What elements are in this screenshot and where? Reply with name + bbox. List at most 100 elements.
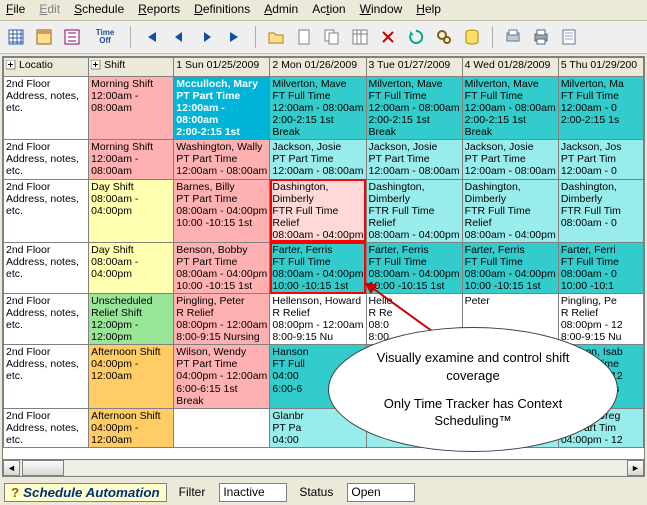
col-header-day-3[interactable]: 3 Tue 01/27/2009 (366, 58, 462, 77)
nav-prev-icon[interactable] (167, 25, 191, 49)
menu-definitions[interactable]: Definitions (194, 2, 250, 16)
filter-input[interactable] (219, 483, 287, 502)
expand-icon[interactable] (91, 60, 101, 70)
delete-icon[interactable] (376, 25, 400, 49)
print-icon[interactable] (529, 25, 553, 49)
assignment-cell[interactable]: Jackson, JosiePT Part Time12:00am - 08:0… (366, 140, 462, 179)
col-header-location[interactable]: Locatio (4, 58, 89, 77)
menu-edit[interactable]: Edit (39, 2, 60, 16)
print-preview-icon[interactable] (501, 25, 525, 49)
menu-file[interactable]: File (6, 2, 25, 16)
time-off-icon[interactable]: Time Off (88, 25, 122, 49)
assignment-cell[interactable]: Farter, FerrisFT Full Time08:00am - 04:0… (270, 242, 366, 293)
schedule-row: 2nd FloorAddress, notes,etc.Day Shift08:… (4, 242, 644, 293)
gears-icon[interactable] (432, 25, 456, 49)
location-cell[interactable]: 2nd FloorAddress, notes,etc. (4, 77, 89, 140)
location-cell[interactable]: 2nd FloorAddress, notes,etc. (4, 140, 89, 179)
col-header-day-2[interactable]: 2 Mon 01/26/2009 (270, 58, 366, 77)
refresh-icon[interactable] (404, 25, 428, 49)
callout-line2: Only Time Tracker has Context Scheduling… (357, 395, 589, 430)
nav-last-icon[interactable] (223, 25, 247, 49)
assignment-cell[interactable]: Jackson, JosPT Part Tim12:00am - 0 (558, 140, 643, 179)
location-cell[interactable]: 2nd FloorAddress, notes,etc. (4, 179, 89, 242)
form-icon[interactable] (557, 25, 581, 49)
assignment-cell[interactable]: Jackson, JosiePT Part Time12:00am - 08:0… (270, 140, 366, 179)
shift-cell[interactable]: Afternoon Shift04:00pm -12:00am (89, 345, 174, 408)
calendar-day-icon[interactable] (32, 25, 56, 49)
scroll-left-icon[interactable]: ◄ (3, 460, 20, 476)
toolbar: Time Off (0, 21, 647, 54)
toolbar-separator (130, 26, 131, 48)
assignment-cell[interactable]: Dashington,DimberlyFTR Full Tim08:00am -… (558, 179, 643, 242)
shift-cell[interactable]: Afternoon Shift04:00pm -12:00am (89, 408, 174, 447)
col-header-shift[interactable]: Shift (89, 58, 174, 77)
assignment-cell[interactable]: Dashington, DimberlyFTR Full Time Relief… (270, 179, 366, 242)
status-label: Status (299, 485, 333, 499)
assignment-cell[interactable]: Wilson, WendyPT Part Time04:00pm - 12:00… (174, 345, 270, 408)
assignment-cell[interactable]: Pingling, PeterR Relief08:00pm - 12:00am… (174, 294, 270, 345)
scroll-track[interactable] (20, 461, 627, 475)
menu-admin[interactable]: Admin (264, 2, 298, 16)
assignment-cell[interactable]: Barnes, BillyPT Part Time08:00am - 04:00… (174, 179, 270, 242)
menubar: File Edit Schedule Reports Definitions A… (0, 0, 647, 21)
schedule-automation-button[interactable]: ? Schedule Automation (4, 483, 167, 502)
callout-line1: Visually examine and control shift cover… (357, 349, 589, 384)
shift-cell[interactable]: Day Shift08:00am -04:00pm (89, 179, 174, 242)
calendar-month-icon[interactable] (60, 25, 84, 49)
menu-window[interactable]: Window (360, 2, 403, 16)
schedule-row: 2nd FloorAddress, notes,etc.Morning Shif… (4, 140, 644, 179)
calendar2-icon[interactable] (348, 25, 372, 49)
footer-bar: ? Schedule Automation Filter Status (0, 477, 647, 505)
toolbar-separator (255, 26, 256, 48)
schedule-row: 2nd FloorAddress, notes,etc.Morning Shif… (4, 77, 644, 140)
schedule-grid-container: Locatio Shift 1 Sun 01/25/2009 2 Mon 01/… (2, 56, 645, 460)
assignment-cell[interactable]: Benson, BobbyPT Part Time08:00am - 04:00… (174, 242, 270, 293)
assignment-cell[interactable]: Mcculloch, MaryPT Part Time12:00am - 08:… (174, 77, 270, 140)
col-header-day-4[interactable]: 4 Wed 01/28/2009 (462, 58, 558, 77)
assignment-cell[interactable]: Washington, WallyPT Part Time12:00am - 0… (174, 140, 270, 179)
assignment-cell[interactable]: Farter, FerriFT Full Time08:00am - 010:0… (558, 242, 643, 293)
col-header-day-5[interactable]: 5 Thu 01/29/200 (558, 58, 643, 77)
scroll-right-icon[interactable]: ► (627, 460, 644, 476)
menu-help[interactable]: Help (416, 2, 441, 16)
location-cell[interactable]: 2nd FloorAddress, notes,etc. (4, 242, 89, 293)
toolbar-separator (492, 26, 493, 48)
callout-bubble: Visually examine and control shift cover… (328, 327, 618, 452)
calendar-grid-icon[interactable] (4, 25, 28, 49)
new-doc-icon[interactable] (292, 25, 316, 49)
menu-reports[interactable]: Reports (138, 2, 180, 16)
location-cell[interactable]: 2nd FloorAddress, notes,etc. (4, 294, 89, 345)
expand-icon[interactable] (6, 60, 16, 70)
assignment-cell[interactable]: Dashington, DimberlyFTR Full Time Relief… (366, 179, 462, 242)
assignment-cell[interactable]: Milverton, MaFT Full Time12:00am - 02:00… (558, 77, 643, 140)
filter-label: Filter (179, 485, 206, 499)
db-icon[interactable] (460, 25, 484, 49)
menu-schedule[interactable]: Schedule (74, 2, 124, 16)
scroll-thumb[interactable] (22, 460, 64, 476)
location-cell[interactable]: 2nd FloorAddress, notes,etc. (4, 345, 89, 408)
copy-icon[interactable] (320, 25, 344, 49)
horizontal-scrollbar[interactable]: ◄ ► (2, 460, 645, 477)
assignment-cell[interactable]: Jackson, JosiePT Part Time12:00am - 08:0… (462, 140, 558, 179)
nav-first-icon[interactable] (139, 25, 163, 49)
assignment-cell[interactable]: Farter, FerrisFT Full Time08:00am - 04:0… (462, 242, 558, 293)
assignment-cell[interactable]: Pingling, PeR Relief08:00pm - 128:00-9:1… (558, 294, 643, 345)
assignment-cell[interactable] (174, 408, 270, 447)
shift-cell[interactable]: Morning Shift12:00am -08:00am (89, 140, 174, 179)
assignment-cell[interactable]: Milverton, MaveFT Full Time12:00am - 08:… (462, 77, 558, 140)
status-input[interactable] (347, 483, 415, 502)
assignment-cell[interactable]: Milverton, MaveFT Full Time12:00am - 08:… (366, 77, 462, 140)
shift-cell[interactable]: Morning Shift12:00am -08:00am (89, 77, 174, 140)
folder-open-icon[interactable] (264, 25, 288, 49)
assignment-cell[interactable]: Dashington, DimberlyFTR Full Time Relief… (462, 179, 558, 242)
shift-cell[interactable]: Unscheduled Relief Shift12:00pm -12:00pm (89, 294, 174, 345)
menu-action[interactable]: Action (312, 2, 345, 16)
schedule-row: 2nd FloorAddress, notes,etc.Day Shift08:… (4, 179, 644, 242)
location-cell[interactable]: 2nd FloorAddress, notes,etc. (4, 408, 89, 447)
shift-cell[interactable]: Day Shift08:00am -04:00pm (89, 242, 174, 293)
col-header-day-1[interactable]: 1 Sun 01/25/2009 (174, 58, 270, 77)
nav-next-icon[interactable] (195, 25, 219, 49)
schedule-header-row: Locatio Shift 1 Sun 01/25/2009 2 Mon 01/… (4, 58, 644, 77)
assignment-cell[interactable]: Milverton, MaveFT Full Time12:00am - 08:… (270, 77, 366, 140)
assignment-cell[interactable]: Hellenson, HowardR Relief08:00pm - 12:00… (270, 294, 366, 345)
